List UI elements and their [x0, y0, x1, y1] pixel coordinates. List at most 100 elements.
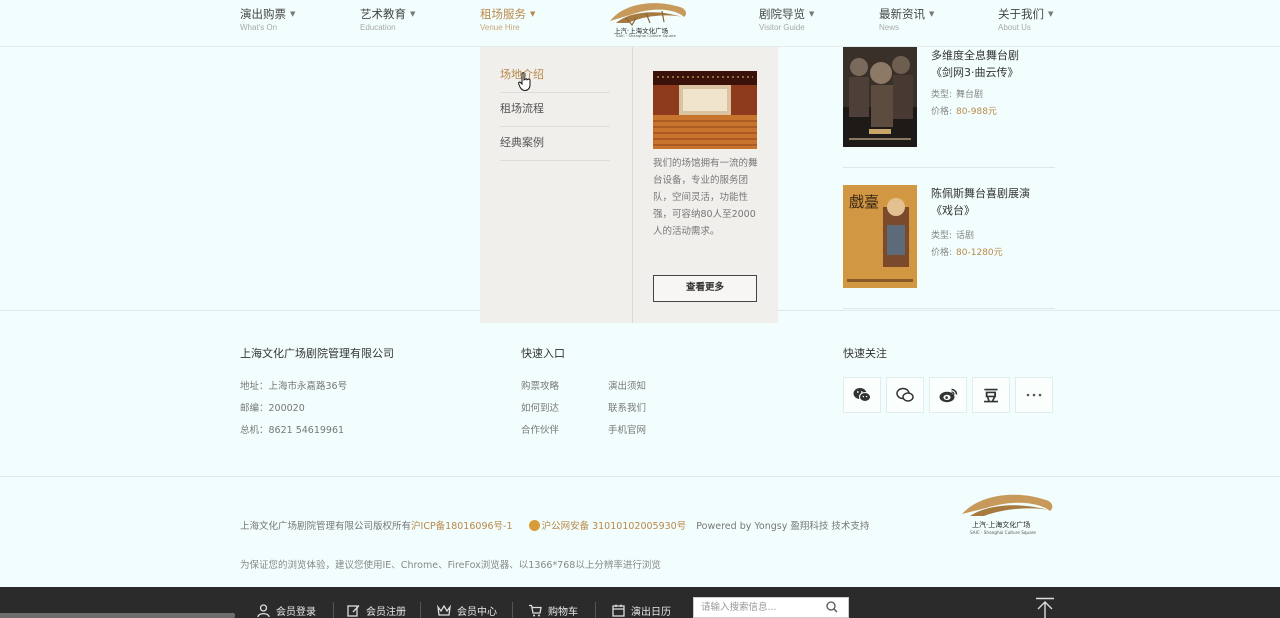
nav-item-venue-hire[interactable]: 租场服务 ▼ Venue Hire: [480, 7, 535, 32]
police-badge-icon: [528, 520, 540, 531]
cart-icon: [529, 604, 542, 617]
quick-link-notice[interactable]: 演出须知: [608, 378, 646, 392]
show-title-line: 多维度全息舞台剧: [931, 49, 1019, 62]
quick-link-mobile-site[interactable]: 手机官网: [608, 422, 646, 436]
user-icon: [257, 604, 270, 617]
member-register-button[interactable]: 会员注册: [347, 603, 406, 618]
meta-value: 话剧: [956, 231, 975, 241]
show-type: 类型: 话剧: [931, 228, 974, 241]
nav-label: 最新资讯: [879, 7, 925, 21]
price-value: 80-1280元: [956, 248, 1003, 258]
show-poster[interactable]: [843, 47, 917, 147]
social-more-button[interactable]: [1015, 377, 1053, 413]
toolbar-separator: [420, 602, 421, 618]
caret-down-icon: ▼: [290, 10, 296, 18]
quick-link-contact[interactable]: 联系我们: [608, 400, 646, 414]
dropdown-item-hire-process[interactable]: 租场流程: [500, 93, 610, 127]
social-weibo-button[interactable]: [929, 377, 967, 413]
nav-label: 艺术教育: [360, 7, 406, 21]
quick-links-title: 快速入口: [521, 347, 565, 360]
quick-link-ticket-guide[interactable]: 购票攻略: [521, 378, 559, 392]
show-type: 类型: 舞台剧: [931, 87, 983, 100]
poster-title: 戲臺: [849, 193, 880, 211]
meta-label: 类型:: [931, 231, 953, 241]
more-icon: [1026, 393, 1042, 397]
poster-image: [843, 47, 917, 147]
member-center-button[interactable]: 会员中心: [437, 603, 497, 618]
toolbar-label: 购物车: [548, 607, 578, 618]
nav-sublabel: News: [879, 23, 900, 32]
back-to-top-icon[interactable]: [1034, 597, 1056, 618]
meta-label: 类型:: [931, 90, 953, 100]
meta-value: 舞台剧: [956, 90, 984, 100]
show-price: 价格: 80-1280元: [931, 245, 1003, 258]
search-box: [693, 597, 849, 618]
search-input[interactable]: [694, 598, 818, 617]
quick-link-partners[interactable]: 合作伙伴: [521, 422, 559, 436]
show-title[interactable]: 多维度全息舞台剧 《剑网3·曲云传》: [931, 47, 1061, 81]
show-poster[interactable]: 戲臺: [843, 185, 917, 288]
nav-item-visitor-guide[interactable]: 剧院导览 ▼ Visitor Guide: [759, 7, 814, 32]
dropdown-item-venue-intro[interactable]: 场地介绍: [500, 59, 610, 93]
member-toolbar: 会员登录 会员注册 会员中心 购物车 演出日历: [0, 587, 1280, 618]
member-login-button[interactable]: 会员登录: [257, 603, 316, 618]
show-card[interactable]: 戲臺 陈佩斯舞台喜剧展演 《戏台》 类型: 话剧 价格: 80-1280元: [843, 185, 1055, 288]
footer-address: 地址：上海市永嘉路36号: [240, 381, 348, 392]
venue-image[interactable]: [653, 71, 757, 149]
caret-down-icon: ▼: [809, 10, 815, 18]
social-douban-button[interactable]: 豆: [972, 377, 1010, 413]
wechat-icon: [853, 388, 871, 402]
caret-down-icon: ▼: [410, 10, 416, 18]
search-icon[interactable]: [826, 601, 838, 613]
logo-text: 上汽·上海文化广场: [972, 521, 1031, 529]
logo-mark-icon: [962, 494, 1053, 516]
copyright-line: 上海文化广场剧院管理有限公司版权所有沪ICP备18016096号-1 沪公网安备…: [240, 518, 869, 532]
weibo-icon: [939, 388, 957, 403]
nav-item-education[interactable]: 艺术教育 ▼ Education: [360, 7, 415, 32]
quick-link-directions[interactable]: 如何到达: [521, 400, 559, 414]
footer-postcode: 邮编：200020: [240, 403, 305, 414]
price-value: 80-988元: [956, 107, 997, 117]
meta-label: 价格:: [931, 107, 953, 117]
toolbar-separator: [333, 602, 334, 618]
logo-subtext: SAIC · Shanghai Culture Square: [970, 530, 1036, 535]
logo-subtext: SAIC · Shanghai Culture Square: [616, 33, 676, 38]
show-title-line: 《戏台》: [931, 204, 975, 217]
caret-down-icon: ▼: [1048, 10, 1054, 18]
icp-link[interactable]: 沪ICP备18016096号-1: [411, 521, 513, 532]
show-calendar-button[interactable]: 演出日历: [612, 603, 671, 618]
toolbar-separator: [595, 602, 596, 618]
toolbar-label: 会员中心: [457, 607, 497, 618]
nav-item-news[interactable]: 最新资讯 ▼ News: [879, 7, 934, 32]
show-title[interactable]: 陈佩斯舞台喜剧展演 《戏台》: [931, 185, 1061, 219]
dropdown-item-cases[interactable]: 经典案例: [500, 127, 610, 161]
toolbar-label: 演出日历: [631, 607, 671, 618]
footer-phone: 总机：8621 54619961: [240, 425, 345, 436]
view-more-button[interactable]: 查看更多: [653, 275, 757, 302]
site-logo[interactable]: 上汽·上海文化广场 SAIC · Shanghai Culture Square: [606, 1, 688, 41]
police-record-link[interactable]: 沪公网安备 31010102005930号: [542, 521, 687, 532]
divider: [843, 308, 1055, 309]
chat-icon: [896, 387, 914, 402]
show-title-line: 《剑网3·曲云传》: [931, 66, 1019, 79]
toolbar-separator: [512, 602, 513, 618]
nav-label: 剧院导览: [759, 7, 805, 21]
copyright-text: 上海文化广场剧院管理有限公司版权所有: [240, 521, 412, 532]
social-wechat-button[interactable]: [843, 377, 881, 413]
social-chat-button[interactable]: [886, 377, 924, 413]
show-card[interactable]: 多维度全息舞台剧 《剑网3·曲云传》 类型: 舞台剧 价格: 80-988元: [843, 47, 1055, 147]
horizontal-scrollbar[interactable]: [0, 613, 235, 618]
nav-sublabel: Venue Hire: [480, 23, 520, 32]
footer-logo: 上汽·上海文化广场 SAIC · Shanghai Culture Square: [958, 492, 1054, 538]
nav-label: 演出购票: [240, 7, 286, 21]
nav-item-about-us[interactable]: 关于我们 ▼ About Us: [998, 7, 1053, 32]
follow-title: 快速关注: [843, 347, 887, 360]
venue-description: 我们的场馆拥有一流的舞台设备，专业的服务团队，空间灵活，功能性强，可容纳80人至…: [653, 158, 758, 237]
shopping-cart-button[interactable]: 购物车: [528, 603, 578, 618]
nav-sublabel: What's On: [240, 23, 278, 32]
show-price: 价格: 80-988元: [931, 104, 997, 117]
meta-label: 价格:: [931, 248, 953, 258]
nav-item-whats-on[interactable]: 演出购票 ▼ What's On: [240, 7, 295, 32]
theater-image: [653, 71, 757, 149]
nav-sublabel: About Us: [998, 23, 1031, 32]
